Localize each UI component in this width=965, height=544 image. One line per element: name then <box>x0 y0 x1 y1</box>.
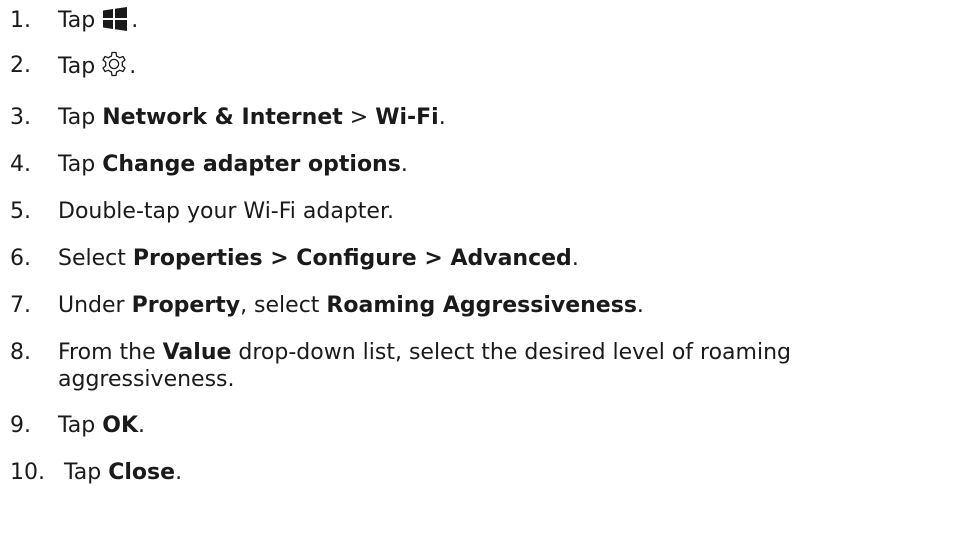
ui-term: Property <box>131 293 241 318</box>
step-number: 10. <box>10 460 45 485</box>
step-text: Tap Close. <box>64 460 183 485</box>
windows-start-icon <box>103 7 128 31</box>
step-text: Under Property, select Roaming Aggressiv… <box>58 293 644 318</box>
step-number: 4. <box>10 152 31 177</box>
ui-term: Properties > Configure > Advanced <box>132 246 572 271</box>
step-text: Tap Change adapter options. <box>58 152 408 177</box>
step-text: Tap Network & Internet > Wi-Fi. <box>58 105 446 130</box>
ui-term: Value <box>162 340 232 365</box>
step-number: 1. <box>10 8 31 33</box>
step-number: 7. <box>10 293 31 318</box>
step-number: 8. <box>10 340 31 365</box>
settings-gear-icon <box>102 51 126 77</box>
step-text: Tap OK. <box>58 413 145 438</box>
step-number: 2. <box>10 53 31 78</box>
step-text: Tap. <box>58 7 139 33</box>
step-number: 9. <box>10 413 31 438</box>
step-number: 3. <box>10 105 31 130</box>
ui-term: Roaming Aggressiveness <box>326 293 637 318</box>
ui-term: Network & Internet <box>102 105 343 130</box>
ui-term: OK <box>102 413 138 438</box>
ui-term: Change adapter options <box>102 152 401 177</box>
step-text: Double-tap your Wi-Fi adapter. <box>58 199 394 224</box>
ui-term: Wi-Fi <box>375 105 439 130</box>
step-text: Tap . <box>58 51 958 82</box>
step-number: 5. <box>10 199 31 224</box>
step-text: From the Value drop-down list, select th… <box>58 340 791 392</box>
step-text: Select Properties > Configure > Advanced… <box>58 246 579 271</box>
step-number: 6. <box>10 246 31 271</box>
ui-term: Close <box>108 460 176 485</box>
